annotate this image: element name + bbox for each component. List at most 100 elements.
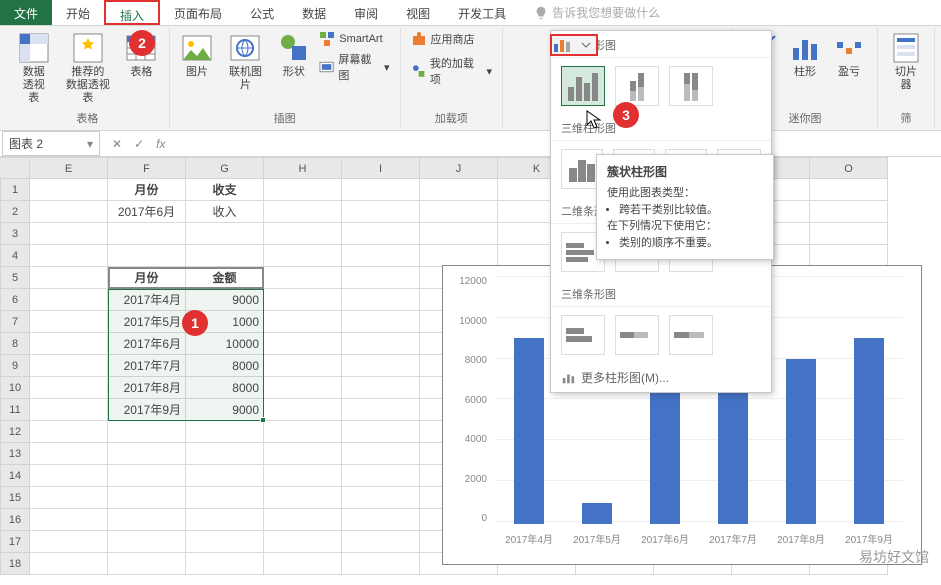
tab-layout[interactable]: 页面布局 bbox=[160, 0, 236, 25]
cell[interactable] bbox=[108, 421, 186, 443]
cell[interactable] bbox=[30, 443, 108, 465]
cell[interactable]: 2017年7月 bbox=[108, 355, 186, 377]
cell[interactable] bbox=[264, 289, 342, 311]
tab-view[interactable]: 视图 bbox=[392, 0, 444, 25]
cell[interactable] bbox=[264, 531, 342, 553]
cell[interactable] bbox=[342, 289, 420, 311]
3d-stacked-100-bar-option[interactable] bbox=[669, 315, 713, 355]
row-header[interactable]: 1 bbox=[0, 179, 30, 201]
cell[interactable] bbox=[420, 223, 498, 245]
3d-stacked-bar-option[interactable] bbox=[615, 315, 659, 355]
cell[interactable] bbox=[186, 245, 264, 267]
cell[interactable] bbox=[30, 421, 108, 443]
cell[interactable] bbox=[342, 245, 420, 267]
cell[interactable] bbox=[810, 201, 888, 223]
cell[interactable]: 2017年9月 bbox=[108, 399, 186, 421]
my-addins-button[interactable]: 我的加载项 ▾ bbox=[409, 54, 494, 88]
cell[interactable] bbox=[108, 487, 186, 509]
cell[interactable]: 收入 bbox=[186, 201, 264, 223]
cell[interactable]: 10000 bbox=[186, 333, 264, 355]
row-header[interactable]: 15 bbox=[0, 487, 30, 509]
tab-review[interactable]: 审阅 bbox=[340, 0, 392, 25]
cell[interactable] bbox=[264, 333, 342, 355]
cell[interactable] bbox=[264, 267, 342, 289]
cell[interactable] bbox=[264, 421, 342, 443]
col-header[interactable]: O bbox=[810, 157, 888, 179]
col-header[interactable]: H bbox=[264, 157, 342, 179]
cell[interactable]: 8000 bbox=[186, 377, 264, 399]
selection-fill-handle[interactable] bbox=[260, 417, 266, 423]
cell[interactable] bbox=[342, 311, 420, 333]
row-header[interactable]: 10 bbox=[0, 377, 30, 399]
slicer-button[interactable]: 切片器 bbox=[886, 30, 926, 94]
row-header[interactable]: 11 bbox=[0, 399, 30, 421]
cell[interactable] bbox=[342, 201, 420, 223]
cell[interactable] bbox=[30, 509, 108, 531]
more-column-charts[interactable]: 更多柱形图(M)... bbox=[551, 363, 771, 392]
cell[interactable] bbox=[264, 509, 342, 531]
tab-dev[interactable]: 开发工具 bbox=[444, 0, 520, 25]
online-picture-button[interactable]: 联机图片 bbox=[220, 30, 270, 94]
cell[interactable] bbox=[108, 553, 186, 575]
fx-icon[interactable]: fx bbox=[156, 137, 165, 151]
cell[interactable] bbox=[810, 179, 888, 201]
cell[interactable]: 9000 bbox=[186, 399, 264, 421]
row-header[interactable]: 2 bbox=[0, 201, 30, 223]
cell[interactable] bbox=[30, 223, 108, 245]
cell[interactable] bbox=[342, 487, 420, 509]
cell[interactable] bbox=[30, 245, 108, 267]
row-header[interactable]: 5 bbox=[0, 267, 30, 289]
cell[interactable] bbox=[264, 465, 342, 487]
row-header[interactable]: 4 bbox=[0, 245, 30, 267]
col-header[interactable]: J bbox=[420, 157, 498, 179]
cell[interactable] bbox=[108, 245, 186, 267]
cell[interactable]: 8000 bbox=[186, 355, 264, 377]
shapes-button[interactable]: 形状 bbox=[275, 30, 314, 81]
col-header[interactable]: G bbox=[186, 157, 264, 179]
cell[interactable] bbox=[30, 201, 108, 223]
tab-file[interactable]: 文件 bbox=[0, 0, 52, 25]
enter-icon[interactable]: ✓ bbox=[134, 137, 144, 151]
cell[interactable] bbox=[810, 223, 888, 245]
sparkline-winloss-button[interactable]: 盈亏 bbox=[829, 30, 869, 81]
cell[interactable] bbox=[342, 509, 420, 531]
cell[interactable] bbox=[108, 531, 186, 553]
stacked-column-option[interactable] bbox=[615, 66, 659, 106]
cell[interactable] bbox=[342, 553, 420, 575]
cell[interactable] bbox=[264, 245, 342, 267]
cell[interactable] bbox=[420, 201, 498, 223]
cell[interactable] bbox=[342, 421, 420, 443]
row-header[interactable]: 8 bbox=[0, 333, 30, 355]
cell[interactable] bbox=[264, 311, 342, 333]
cell[interactable] bbox=[264, 443, 342, 465]
cell[interactable] bbox=[342, 399, 420, 421]
select-all-corner[interactable] bbox=[0, 157, 30, 179]
cell[interactable] bbox=[108, 223, 186, 245]
cell[interactable] bbox=[30, 311, 108, 333]
col-header[interactable]: E bbox=[30, 157, 108, 179]
cancel-icon[interactable]: ✕ bbox=[112, 137, 122, 151]
cell[interactable] bbox=[264, 487, 342, 509]
cell[interactable] bbox=[264, 377, 342, 399]
cell[interactable] bbox=[30, 377, 108, 399]
cell[interactable]: 9000 bbox=[186, 289, 264, 311]
col-header[interactable]: I bbox=[342, 157, 420, 179]
cell[interactable] bbox=[342, 179, 420, 201]
picture-button[interactable]: 图片 bbox=[178, 30, 217, 81]
cell[interactable] bbox=[186, 465, 264, 487]
3d-clustered-bar-option[interactable] bbox=[561, 315, 605, 355]
cell[interactable] bbox=[186, 531, 264, 553]
row-header[interactable]: 14 bbox=[0, 465, 30, 487]
cell[interactable] bbox=[264, 223, 342, 245]
cell[interactable] bbox=[264, 179, 342, 201]
row-header[interactable]: 3 bbox=[0, 223, 30, 245]
smartart-button[interactable]: SmartArt bbox=[317, 30, 391, 48]
sparkline-column-button[interactable]: 柱形 bbox=[785, 30, 825, 81]
row-header[interactable]: 16 bbox=[0, 509, 30, 531]
cell[interactable] bbox=[30, 355, 108, 377]
cell[interactable] bbox=[108, 509, 186, 531]
cell[interactable] bbox=[810, 245, 888, 267]
clustered-column-option[interactable] bbox=[561, 66, 605, 106]
tab-home[interactable]: 开始 bbox=[52, 0, 104, 25]
cell[interactable] bbox=[342, 377, 420, 399]
